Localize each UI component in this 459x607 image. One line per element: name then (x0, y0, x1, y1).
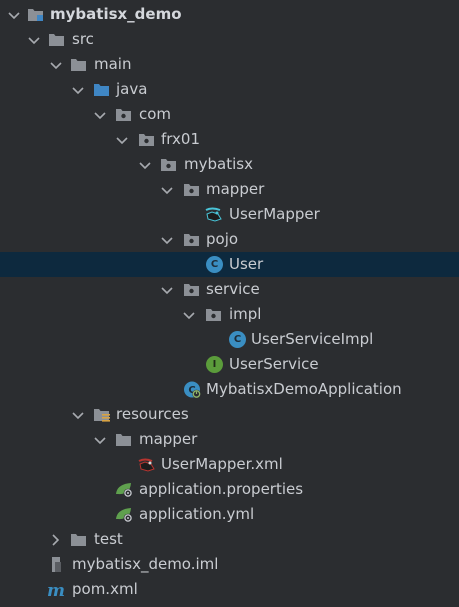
chevron-down-icon[interactable] (70, 402, 84, 427)
chevron-down-icon[interactable] (92, 102, 106, 127)
folder-icon (70, 531, 88, 548)
spring-yml-icon (115, 506, 133, 523)
svg-text:m: m (47, 581, 65, 599)
tree-node-application-properties[interactable]: application.properties (0, 477, 459, 502)
tree-node-label: UserService (229, 355, 319, 373)
tree-node-mapper-folder[interactable]: mapper (0, 427, 459, 452)
tree-node-resources[interactable]: resources (0, 402, 459, 427)
class-icon: C (229, 331, 246, 348)
tree-node-label: java (116, 80, 148, 98)
tree-node-label: UserServiceImpl (251, 330, 374, 348)
tree-node-pom[interactable]: m pom.xml (0, 577, 459, 602)
package-icon (160, 156, 178, 173)
chevron-down-icon[interactable] (181, 302, 195, 327)
spring-boot-class-icon: C (183, 381, 201, 399)
tree-node-java[interactable]: java (0, 77, 459, 102)
chevron-down-icon[interactable] (92, 427, 106, 452)
mybatis-mapper-icon (204, 206, 222, 223)
tree-node-test[interactable]: test (0, 527, 459, 552)
class-icon: C (206, 256, 223, 273)
source-root-folder-icon (93, 81, 111, 98)
interface-icon: I (206, 356, 223, 373)
chevron-down-icon[interactable] (159, 277, 173, 302)
chevron-down-icon[interactable] (114, 127, 128, 152)
tree-node-impl[interactable]: impl (0, 302, 459, 327)
tree-node-label: UserMapper (229, 205, 320, 223)
tree-node-com[interactable]: com (0, 102, 459, 127)
tree-node-user-service-impl[interactable]: C UserServiceImpl (0, 327, 459, 352)
tree-node-user-service[interactable]: I UserService (0, 352, 459, 377)
chevron-down-icon[interactable] (70, 77, 84, 102)
tree-node-project[interactable]: mybatisx_demo (0, 2, 459, 27)
tree-node-iml[interactable]: mybatisx_demo.iml (0, 552, 459, 577)
maven-icon: m (47, 580, 65, 601)
chevron-down-icon[interactable] (137, 152, 151, 177)
tree-node-mybatisx[interactable]: mybatisx (0, 152, 459, 177)
tree-node-label: MybatisxDemoApplication (206, 380, 402, 398)
package-icon (115, 106, 133, 123)
tree-node-label: test (94, 530, 123, 548)
chevron-right-icon[interactable] (48, 527, 62, 552)
tree-node-frx01[interactable]: frx01 (0, 127, 459, 152)
tree-node-service[interactable]: service (0, 277, 459, 302)
folder-icon (48, 31, 66, 48)
iml-file-icon (48, 556, 66, 573)
resources-root-folder-icon (93, 406, 111, 423)
package-icon (183, 181, 201, 198)
tree-node-mybatisx-demo-application[interactable]: C MybatisxDemoApplication (0, 377, 459, 402)
tree-node-label: mybatisx_demo.iml (72, 555, 219, 573)
tree-node-label: pojo (206, 230, 239, 248)
tree-node-label: pom.xml (72, 580, 138, 598)
package-icon (183, 231, 201, 248)
tree-node-user[interactable]: C User (0, 252, 459, 277)
tree-node-label: User (229, 255, 264, 273)
folder-icon (70, 56, 88, 73)
tree-node-user-mapper-xml[interactable]: UserMapper.xml (0, 452, 459, 477)
tree-node-label: impl (229, 305, 262, 323)
tree-node-label: frx01 (161, 130, 201, 148)
package-icon (138, 131, 156, 148)
folder-icon (115, 431, 133, 448)
tree-node-label: resources (116, 405, 189, 423)
tree-node-label: main (94, 55, 132, 73)
chevron-down-icon[interactable] (26, 27, 40, 52)
package-icon (183, 281, 201, 298)
tree-node-user-mapper[interactable]: UserMapper (0, 202, 459, 227)
tree-node-application-yml[interactable]: application.yml (0, 502, 459, 527)
tree-node-label: service (206, 280, 260, 298)
tree-node-pojo[interactable]: pojo (0, 227, 459, 252)
spring-properties-icon (115, 481, 133, 498)
chevron-down-icon[interactable] (6, 2, 20, 27)
tree-node-label: src (72, 30, 94, 48)
tree-node-label: mybatisx (184, 155, 253, 173)
mybatis-xml-icon (137, 456, 155, 473)
tree-node-src[interactable]: src (0, 27, 459, 52)
tree-node-label: mapper (139, 430, 198, 448)
project-folder-icon (27, 6, 45, 23)
tree-node-label: mybatisx_demo (50, 5, 182, 23)
project-tree: mybatisx_demo src main java com frx01 my… (0, 0, 459, 601)
chevron-down-icon[interactable] (159, 227, 173, 252)
tree-node-main[interactable]: main (0, 52, 459, 77)
tree-node-mapper-package[interactable]: mapper (0, 177, 459, 202)
tree-node-label: application.properties (139, 480, 304, 498)
chevron-down-icon[interactable] (159, 177, 173, 202)
tree-node-label: com (139, 105, 172, 123)
tree-node-label: application.yml (139, 505, 255, 523)
tree-node-label: UserMapper.xml (161, 455, 283, 473)
chevron-down-icon[interactable] (48, 52, 62, 77)
package-icon (205, 306, 223, 323)
tree-node-label: mapper (206, 180, 265, 198)
